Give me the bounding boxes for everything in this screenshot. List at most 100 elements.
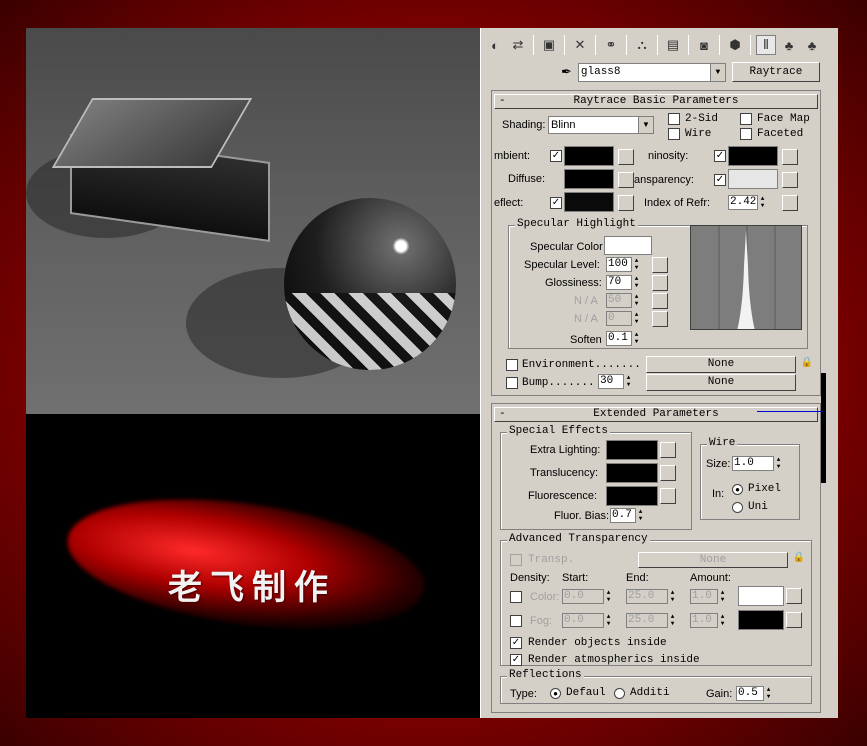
- face-map-checkbox[interactable]: [740, 113, 752, 125]
- banner-title: 老飞制作: [168, 568, 336, 608]
- assign-material-icon[interactable]: ▣: [539, 35, 559, 55]
- spinner-arrows-icon[interactable]: ▲ ▼: [636, 508, 645, 523]
- fog-color-swatch[interactable]: [738, 610, 784, 630]
- reflect-checkbox[interactable]: ✓: [550, 197, 562, 209]
- reflection-default-label: Defaul: [566, 687, 606, 699]
- spinner-arrows-icon[interactable]: ▲ ▼: [624, 374, 633, 389]
- environment-label: Environment.......: [522, 359, 641, 371]
- translucency-map-button[interactable]: [660, 465, 676, 481]
- raytrace-basic-header[interactable]: - Raytrace Basic Parameters: [494, 94, 818, 109]
- fluorescence-map-button[interactable]: [660, 488, 676, 504]
- fog-checkbox[interactable]: [510, 615, 522, 627]
- eyedropper-icon[interactable]: ✒: [561, 64, 572, 80]
- start-label: Start:: [562, 572, 589, 584]
- transparency-checkbox[interactable]: ✓: [714, 174, 726, 186]
- spinner-arrows-icon[interactable]: ▲ ▼: [632, 257, 641, 272]
- environment-checkbox[interactable]: [506, 359, 518, 371]
- render-atmospherics-inside-checkbox[interactable]: ✓: [510, 654, 522, 666]
- render-objects-inside-checkbox[interactable]: ✓: [510, 637, 522, 649]
- fog-amount-spinner: 1.0 ▲ ▼: [690, 613, 724, 628]
- na2-map-button[interactable]: [652, 311, 668, 327]
- wire-size-spinner[interactable]: 1.0 ▲ ▼: [732, 456, 780, 471]
- transparency-map-button[interactable]: [782, 172, 798, 188]
- density-color-swatch[interactable]: [738, 586, 784, 606]
- wire-units-radio[interactable]: [732, 502, 743, 513]
- wire-pixels-radio[interactable]: ●: [732, 484, 743, 495]
- bump-map-button[interactable]: None: [646, 374, 796, 391]
- material-effects-icon[interactable]: ▤: [663, 35, 683, 55]
- fluorescence-swatch[interactable]: [606, 486, 658, 506]
- ambient-map-button[interactable]: [618, 149, 634, 165]
- fluor-bias-spinner[interactable]: 0.7 ▲ ▼: [610, 508, 642, 523]
- luminosity-checkbox[interactable]: ✓: [714, 150, 726, 162]
- chevron-down-icon[interactable]: ▼: [709, 63, 725, 81]
- wire-units-label: Uni: [748, 501, 768, 513]
- show-end-result-icon[interactable]: ⬢: [725, 35, 745, 55]
- transparency-color-swatch[interactable]: [728, 169, 778, 189]
- luminosity-map-button[interactable]: [782, 149, 798, 165]
- spinner-arrows-icon[interactable]: ▲ ▼: [758, 195, 767, 210]
- diffuse-map-button[interactable]: [618, 172, 634, 188]
- density-color-label: Color:: [530, 591, 560, 603]
- environment-map-button[interactable]: None: [646, 356, 796, 373]
- ior-spinner[interactable]: 2.42 ▲ ▼: [728, 195, 764, 210]
- render-objects-inside-label: Render objects inside: [528, 637, 667, 649]
- specular-level-map-button[interactable]: [652, 257, 668, 273]
- panel-scrollbar[interactable]: [821, 373, 826, 483]
- spinner-arrows-icon[interactable]: ▲ ▼: [632, 275, 641, 290]
- reset-icon[interactable]: ✕: [570, 35, 590, 55]
- spinner-arrows-icon[interactable]: ▲ ▼: [774, 456, 783, 471]
- toolbar-separator: [750, 35, 751, 55]
- extended-parameters-header[interactable]: - Extended Parameters: [494, 407, 818, 422]
- translucency-swatch[interactable]: [606, 463, 658, 483]
- extra-lighting-map-button[interactable]: [660, 442, 676, 458]
- glossiness-map-button[interactable]: [652, 275, 668, 291]
- two-sided-checkbox[interactable]: [668, 113, 680, 125]
- soften-spinner[interactable]: 0.1 ▲ ▼: [606, 331, 638, 346]
- chevron-down-icon[interactable]: ▼: [638, 117, 653, 133]
- faceted-checkbox[interactable]: [740, 128, 752, 140]
- go-to-parent-icon[interactable]: ⫴: [756, 35, 776, 55]
- shading-dropdown[interactable]: Blinn ▼: [548, 116, 654, 134]
- fog-color-map-button[interactable]: [786, 612, 802, 628]
- glossiness-spinner[interactable]: 70 ▲ ▼: [606, 275, 638, 290]
- ambient-checkbox[interactable]: ✓: [550, 150, 562, 162]
- reflection-additive-radio[interactable]: [614, 688, 625, 699]
- wire-checkbox[interactable]: [668, 128, 680, 140]
- ambient-color-swatch[interactable]: [564, 146, 614, 166]
- luminosity-color-swatch[interactable]: [728, 146, 778, 166]
- density-color-checkbox[interactable]: [510, 591, 522, 603]
- soften-value: 0.1: [608, 332, 628, 344]
- material-name-field[interactable]: glass8 ▼: [577, 62, 726, 82]
- gain-spinner[interactable]: 0.5 ▲ ▼: [736, 686, 770, 701]
- collapse-icon: -: [499, 408, 506, 420]
- extra-lighting-swatch[interactable]: [606, 440, 658, 460]
- ior-map-button[interactable]: [782, 195, 798, 211]
- lock-icon[interactable]: 🔒: [800, 357, 814, 372]
- put-to-scene-icon[interactable]: ⇄: [508, 35, 528, 55]
- amount-label: Amount:: [690, 572, 731, 584]
- transp-map-button: None: [638, 552, 788, 568]
- color-amount-value: 1.0: [692, 590, 712, 602]
- spinner-arrows-icon[interactable]: ▲ ▼: [632, 331, 641, 346]
- go-forward-icon[interactable]: ♣: [779, 35, 799, 55]
- bump-amount-spinner[interactable]: 30 ▲ ▼: [598, 374, 630, 389]
- lock-icon[interactable]: 🔒: [792, 552, 806, 567]
- spinner-arrows-icon[interactable]: ▲ ▼: [764, 686, 773, 701]
- material-type-button[interactable]: Raytrace: [731, 62, 820, 82]
- put-to-library-icon[interactable]: ⛬: [632, 35, 652, 55]
- reflect-map-button[interactable]: [618, 195, 634, 211]
- get-material-icon[interactable]: ◐: [485, 35, 505, 55]
- go-sibling-icon[interactable]: ♣: [802, 35, 822, 55]
- reflect-color-swatch[interactable]: [564, 192, 614, 212]
- make-unique-icon[interactable]: ⚭: [601, 35, 621, 55]
- diffuse-color-swatch[interactable]: [564, 169, 614, 189]
- material-name-value: glass8: [580, 65, 621, 78]
- na1-map-button[interactable]: [652, 293, 668, 309]
- show-map-icon[interactable]: ◙: [694, 35, 714, 55]
- bump-checkbox[interactable]: [506, 377, 518, 389]
- reflection-default-radio[interactable]: ●: [550, 688, 561, 699]
- specular-level-spinner[interactable]: 100 ▲ ▼: [606, 257, 638, 272]
- specular-color-swatch[interactable]: [604, 236, 652, 255]
- density-color-map-button[interactable]: [786, 588, 802, 604]
